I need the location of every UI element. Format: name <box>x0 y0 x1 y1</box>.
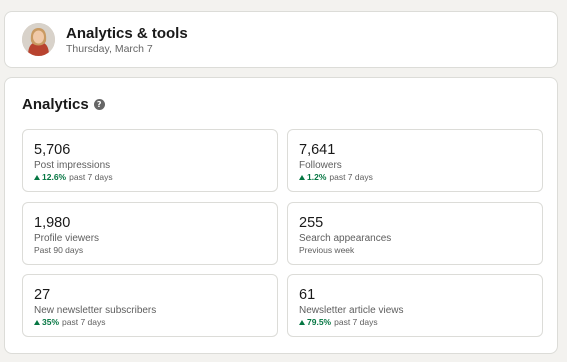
tile-value: 7,641 <box>299 142 336 158</box>
tile-newsletter-article-views[interactable]: 61 Newsletter article views 79.5% past 7… <box>287 274 543 337</box>
page-title: Analytics & tools <box>66 25 188 42</box>
tile-value: 5,706 <box>34 142 71 158</box>
tile-label: Newsletter article views <box>299 305 404 316</box>
tile-label: Post impressions <box>34 160 111 171</box>
analytics-section-title: Analytics ? <box>22 96 105 113</box>
tile-label: Followers <box>299 160 342 171</box>
tile-period: Previous week <box>299 245 355 255</box>
tile-newsletter-subscribers[interactable]: 27 New newsletter subscribers 35% past 7… <box>22 274 278 337</box>
trend-up: 35% <box>34 317 59 327</box>
tile-profile-viewers[interactable]: 1,980 Profile viewers Past 90 days <box>22 202 278 265</box>
tile-label: Profile viewers <box>34 233 100 244</box>
tile-value: 255 <box>299 215 324 231</box>
question-circle-icon[interactable]: ? <box>93 99 105 110</box>
trend-up: 12.6% <box>34 172 66 182</box>
tile-value: 1,980 <box>34 215 71 231</box>
tile-period: Past 90 days <box>34 245 84 255</box>
trend-up: 79.5% <box>299 317 331 327</box>
analytics-card: Analytics ? 5,706 Post impressions 12.6%… <box>4 77 558 354</box>
tile-subtext: Past 90 days <box>34 245 83 255</box>
tile-period: past 7 days <box>329 172 373 182</box>
analytics-title: Analytics <box>22 96 89 113</box>
trend-up: 1.2% <box>299 172 326 182</box>
tile-value: 27 <box>34 287 51 303</box>
page-date: Thursday, March 7 <box>66 43 153 55</box>
tile-label: Search appearances <box>299 233 392 244</box>
tile-subtext: 1.2% past 7 days <box>299 172 373 182</box>
tile-search-appearances[interactable]: 255 Search appearances Previous week <box>287 202 543 265</box>
tile-followers[interactable]: 7,641 Followers 1.2% past 7 days <box>287 129 543 192</box>
tile-subtext: 12.6% past 7 days <box>34 172 113 182</box>
tile-subtext: Previous week <box>299 245 354 255</box>
arrow-up-icon <box>299 174 305 180</box>
arrow-up-icon <box>299 319 305 325</box>
tile-value: 61 <box>299 287 316 303</box>
avatar[interactable] <box>22 23 55 56</box>
tile-post-impressions[interactable]: 5,706 Post impressions 12.6% past 7 days <box>22 129 278 192</box>
arrow-up-icon <box>34 174 40 180</box>
header-card: Analytics & tools Thursday, March 7 <box>4 11 558 68</box>
tile-period: past 7 days <box>334 317 378 327</box>
tile-subtext: 79.5% past 7 days <box>299 317 378 327</box>
profile-photo-icon <box>22 23 55 56</box>
arrow-up-icon <box>34 319 40 325</box>
tile-period: past 7 days <box>69 172 113 182</box>
tile-label: New newsletter subscribers <box>34 305 157 316</box>
tile-period: past 7 days <box>62 317 106 327</box>
tile-subtext: 35% past 7 days <box>34 317 106 327</box>
